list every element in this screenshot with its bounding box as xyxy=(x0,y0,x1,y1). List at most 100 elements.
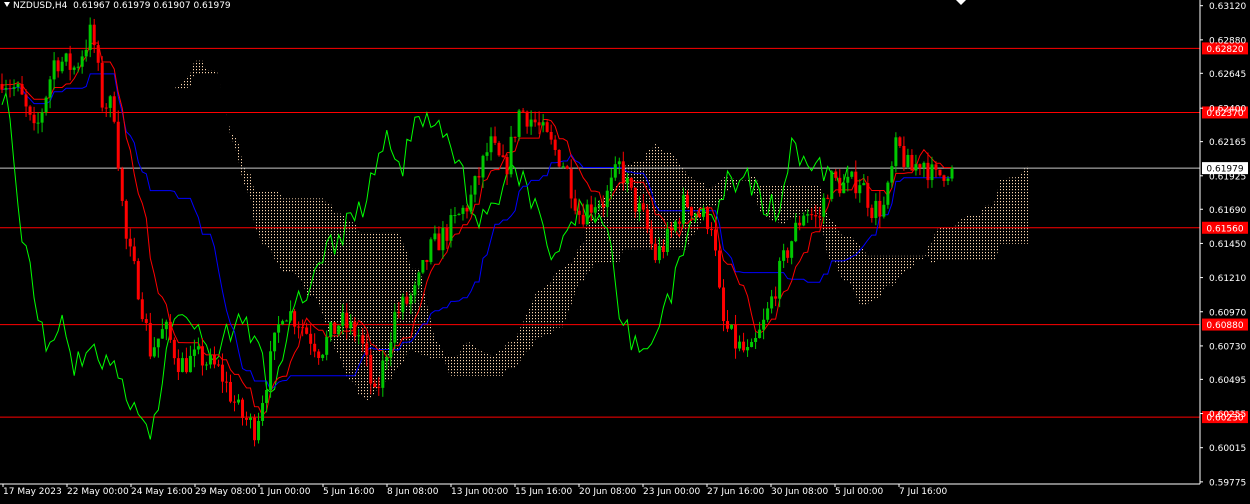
candle-body xyxy=(377,386,381,388)
candle-body xyxy=(942,175,946,181)
candle-body xyxy=(553,139,557,150)
candle-body xyxy=(401,296,405,312)
candle-body xyxy=(216,364,220,366)
candle-body xyxy=(64,53,68,62)
candle-body xyxy=(573,198,577,211)
candle-body xyxy=(253,417,257,441)
candle-body xyxy=(325,336,329,355)
dropdown-triangle-icon[interactable] xyxy=(4,2,10,7)
candle-body xyxy=(321,354,325,358)
candle-body xyxy=(208,354,212,365)
kijun-sen xyxy=(1,73,952,391)
candle-body xyxy=(437,233,441,251)
x-tick-label: 7 Jul 16:00 xyxy=(899,487,948,497)
candle-body xyxy=(88,24,92,50)
candle-body xyxy=(220,364,224,382)
candle-body xyxy=(878,200,882,217)
candle-body xyxy=(96,45,100,63)
candle-body xyxy=(886,182,890,205)
candle-body xyxy=(637,203,641,212)
candle-body xyxy=(8,88,12,90)
candle-body xyxy=(72,67,76,70)
candle-body xyxy=(353,321,357,337)
candle-body xyxy=(16,83,20,88)
candle-body xyxy=(705,208,709,230)
candle-body xyxy=(457,213,461,216)
candle-body xyxy=(485,152,489,156)
candle-body xyxy=(541,122,545,126)
candle-body xyxy=(565,166,569,169)
candle-body xyxy=(168,321,172,340)
x-tick-label: 8 Jun 08:00 xyxy=(387,487,439,497)
candle-body xyxy=(385,357,389,361)
candle-body xyxy=(750,342,754,348)
x-tick-label: 15 Jun 16:00 xyxy=(515,487,572,497)
candle-body xyxy=(902,145,906,167)
candle-body xyxy=(629,177,633,188)
candle-body xyxy=(417,272,421,286)
candle-body xyxy=(297,326,301,328)
candle-body xyxy=(44,97,48,113)
candle-body xyxy=(425,260,429,263)
candle-body xyxy=(453,215,457,217)
candle-body xyxy=(441,227,445,251)
candle-body xyxy=(601,205,605,208)
price-chart[interactable]: 0.628200.623700.615600.608800.602300.619… xyxy=(0,0,1250,500)
candle-body xyxy=(577,210,581,215)
candle-body xyxy=(549,131,553,140)
chart-header: NZDUSD,H4 0.61967 0.61979 0.61907 0.6197… xyxy=(4,1,231,11)
candle-body xyxy=(293,311,297,327)
candle-body xyxy=(794,222,798,242)
candle-body xyxy=(770,296,774,309)
candle-body xyxy=(505,157,509,175)
candle-body xyxy=(48,79,52,98)
candle-body xyxy=(533,119,537,123)
candle-body xyxy=(405,296,409,304)
candle-body xyxy=(100,62,104,108)
candle-body xyxy=(200,346,204,366)
candle-body xyxy=(521,110,525,112)
candle-body xyxy=(148,322,152,357)
candle-body xyxy=(738,341,742,349)
x-tick-label: 24 May 16:00 xyxy=(131,487,193,497)
candle-body xyxy=(858,185,862,194)
close-value: 0.61979 xyxy=(193,1,231,11)
candle-body xyxy=(349,321,353,329)
candle-body xyxy=(693,213,697,216)
candle-body xyxy=(477,176,481,178)
y-tick-label: 0.61210 xyxy=(1209,274,1246,284)
candle-body xyxy=(24,94,28,107)
candle-body xyxy=(361,335,365,344)
candle-body xyxy=(673,221,677,231)
candle-body xyxy=(80,56,84,67)
candle-body xyxy=(778,260,782,299)
candle-body xyxy=(381,360,385,388)
candle-body xyxy=(934,164,938,170)
scroll-marker-icon[interactable] xyxy=(956,0,966,5)
candle-body xyxy=(176,358,180,373)
candle-body xyxy=(345,312,349,329)
candle-body xyxy=(56,60,60,72)
candle-body xyxy=(561,166,565,168)
candle-body xyxy=(834,171,838,178)
candle-body xyxy=(413,285,417,296)
candle-body xyxy=(850,171,854,177)
candle-body xyxy=(517,110,521,137)
candle-body xyxy=(188,355,192,373)
candle-body xyxy=(285,320,289,322)
candle-body xyxy=(481,155,485,178)
y-tick-label: 0.61925 xyxy=(1209,172,1246,182)
x-tick-label: 17 May 2023 xyxy=(3,487,62,497)
candle-body xyxy=(806,214,810,216)
candle-body xyxy=(92,24,96,46)
candle-body xyxy=(249,417,253,420)
candle-body xyxy=(882,204,886,217)
chart-container[interactable]: 0.62820 0.62370 0.61560 0.60880 0.60230 0.619… xyxy=(0,0,1250,500)
candle-body xyxy=(742,341,746,351)
candle-body xyxy=(389,342,393,358)
candle-body xyxy=(714,229,718,251)
candle-body xyxy=(192,349,196,356)
candle-body xyxy=(890,166,894,183)
y-tick-label: 0.62880 xyxy=(1209,36,1246,46)
candle-body xyxy=(365,343,369,356)
